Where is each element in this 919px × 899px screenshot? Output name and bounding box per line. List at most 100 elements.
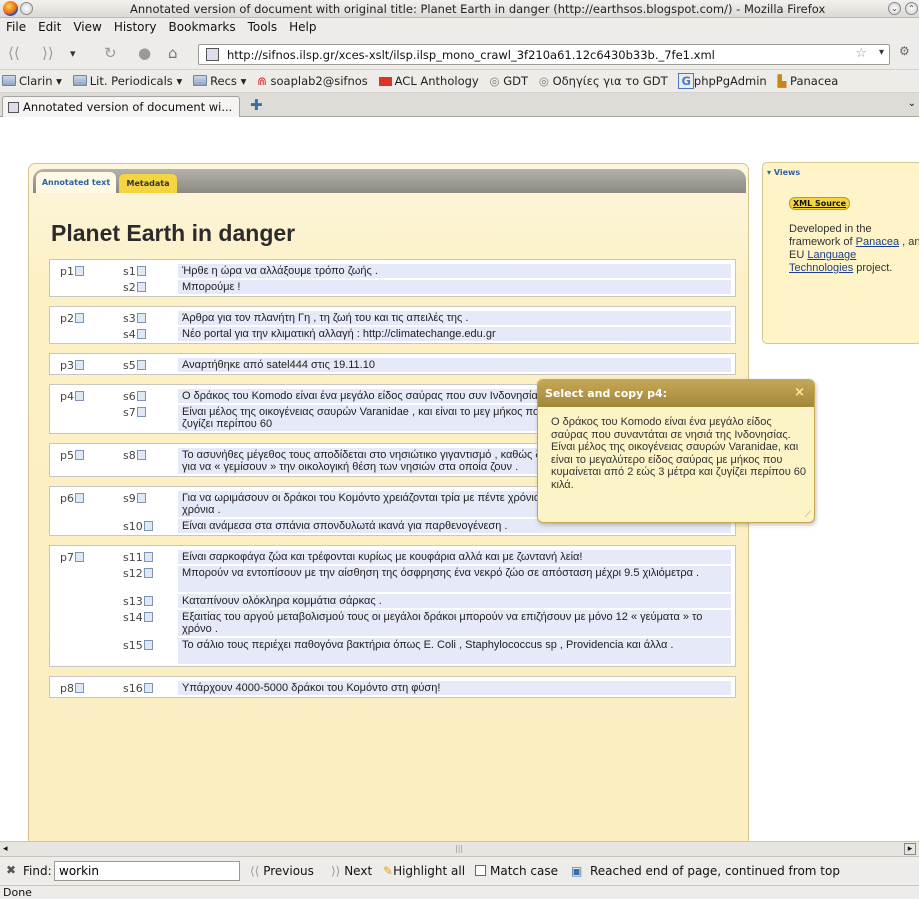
copy-sentence-icon[interactable]: [143, 683, 153, 693]
bookmark-acl-anthology[interactable]: ACL Anthology: [377, 70, 484, 88]
sentence-label[interactable]: s11: [123, 551, 153, 564]
menu-edit[interactable]: Edit: [32, 18, 67, 34]
find-previous-button[interactable]: ⟨⟨ Previous: [250, 864, 314, 878]
copy-sentence-icon[interactable]: [143, 568, 153, 578]
bookmark-gdt-guide[interactable]: ◎ Οδηγίες για το GDT: [537, 70, 673, 88]
bookmark-lit-periodicals[interactable]: Lit. Periodicals ▾: [71, 70, 187, 88]
panacea-link[interactable]: Panacea: [856, 236, 899, 248]
sentence-text[interactable]: Μπορούν να εντοπίσουν με την αίσθηση της…: [178, 566, 731, 592]
copy-sentence-icon[interactable]: [136, 266, 146, 276]
sentence-label[interactable]: s7: [123, 406, 146, 419]
tab-list-icon[interactable]: ⌄: [908, 98, 916, 109]
copy-paragraph-icon[interactable]: [74, 493, 84, 503]
tab-annotated-document[interactable]: Annotated version of document wi...: [2, 96, 240, 118]
match-case-checkbox[interactable]: Match case: [475, 864, 558, 878]
tab-annotated-text[interactable]: Annotated text: [36, 172, 116, 193]
copy-sentence-icon[interactable]: [143, 640, 153, 650]
copy-sentence-icon[interactable]: [143, 596, 153, 606]
sentence-label[interactable]: s14: [123, 611, 153, 624]
sentence-label[interactable]: s8: [123, 449, 146, 462]
maximize-icon[interactable]: ⌃: [905, 2, 918, 15]
horizontal-scrollbar[interactable]: ◂ ||| ▸: [0, 841, 919, 856]
bookmark-soaplab[interactable]: ⋒ soaplab2@sifnos: [255, 70, 373, 88]
sentence-label[interactable]: s16: [123, 682, 153, 695]
menu-bookmarks[interactable]: Bookmarks: [163, 18, 242, 34]
back-icon[interactable]: ⟨⟨: [8, 44, 20, 62]
paragraph-label[interactable]: p3: [60, 359, 84, 372]
sentence-text[interactable]: Εξαιτίας του αργού μεταβολισμού τους οι …: [178, 610, 731, 636]
url-dropdown-icon[interactable]: ▾: [879, 47, 884, 58]
firefox-icon[interactable]: [3, 1, 18, 16]
copy-sentence-icon[interactable]: [136, 313, 146, 323]
copy-sentence-icon[interactable]: [136, 493, 146, 503]
copy-paragraph-icon[interactable]: [74, 313, 84, 323]
paragraph-label[interactable]: p5: [60, 449, 84, 462]
popup-header[interactable]: Select and copy p4: ×: [538, 380, 814, 407]
sentence-label[interactable]: s10: [123, 520, 153, 533]
scroll-right-icon[interactable]: ▸: [904, 843, 916, 855]
menu-help[interactable]: Help: [283, 18, 322, 34]
copy-paragraph-icon[interactable]: [74, 683, 84, 693]
sentence-label[interactable]: s2: [123, 281, 146, 294]
find-next-button[interactable]: ⟩⟩ Next: [331, 864, 372, 878]
new-tab-icon[interactable]: ✚: [250, 96, 263, 114]
bookmark-star-icon[interactable]: ☆: [855, 46, 867, 61]
forward-icon[interactable]: ⟩⟩: [42, 44, 54, 62]
paragraph-label[interactable]: p7: [60, 551, 84, 564]
history-dropdown-icon[interactable]: ▾: [70, 47, 76, 60]
copy-sentence-icon[interactable]: [136, 407, 146, 417]
copy-sentence-icon[interactable]: [143, 612, 153, 622]
url-bar[interactable]: http://sifnos.ilsp.gr/xces-xslt/ilsp.ils…: [198, 44, 890, 65]
resize-grip-icon[interactable]: ⟋: [805, 510, 811, 520]
sentence-text[interactable]: Υπάρχουν 4000-5000 δράκοι του Κομόντο στ…: [178, 681, 731, 695]
scroll-left-icon[interactable]: ◂: [3, 844, 8, 854]
sentence-text[interactable]: Άρθρα για τον πλανήτη Γη , τη ζωή του κα…: [178, 311, 731, 325]
sentence-text[interactable]: Το σάλιο τους περιέχει παθογόνα βακτήρια…: [178, 638, 731, 664]
menu-view[interactable]: View: [67, 18, 107, 34]
paragraph-label[interactable]: p8: [60, 682, 84, 695]
tab-metadata[interactable]: Metadata: [119, 174, 177, 193]
reload-icon[interactable]: ↻: [104, 44, 117, 62]
close-find-icon[interactable]: ✖: [6, 863, 16, 877]
copy-paragraph-icon[interactable]: [74, 266, 84, 276]
bookmark-gdt[interactable]: ◎ GDT: [488, 70, 534, 88]
copy-sentence-icon[interactable]: [136, 282, 146, 292]
paragraph-label[interactable]: p6: [60, 492, 84, 505]
sentence-label[interactable]: s3: [123, 312, 146, 325]
paragraph-label[interactable]: p2: [60, 312, 84, 325]
views-header[interactable]: ▾ Views: [767, 168, 800, 177]
menu-file[interactable]: File: [0, 18, 32, 34]
sentence-text[interactable]: Αναρτήθηκε από satel444 στις 19.11.10: [178, 358, 731, 372]
copy-sentence-icon[interactable]: [136, 450, 146, 460]
sentence-label[interactable]: s5: [123, 359, 146, 372]
sentence-label[interactable]: s15: [123, 639, 153, 652]
bookmark-clarin[interactable]: Clarin ▾: [0, 70, 67, 88]
window-menu-icon[interactable]: [20, 2, 33, 15]
copy-paragraph-icon[interactable]: [74, 552, 84, 562]
paragraph-label[interactable]: p1: [60, 265, 84, 278]
bookmark-phppgadmin[interactable]: GphpPgAdmin: [676, 70, 771, 89]
sentence-text[interactable]: Ήρθε η ώρα να αλλάξουμε τρόπο ζωής .: [178, 264, 731, 278]
bookmark-panacea[interactable]: ▙ Panacea: [776, 70, 844, 88]
copy-paragraph-icon[interactable]: [74, 391, 84, 401]
sentence-text[interactable]: Νέο portal για την κλιματική αλλαγή : ht…: [178, 327, 731, 341]
popup-text[interactable]: Ο δράκος του Komodo είναι ένα μεγάλο είδ…: [551, 416, 807, 491]
copy-sentence-icon[interactable]: [143, 552, 153, 562]
copy-sentence-icon[interactable]: [136, 329, 146, 339]
sentence-label[interactable]: s12: [123, 567, 153, 580]
highlight-all-button[interactable]: ✎Highlight all: [383, 864, 465, 878]
copy-sentence-icon[interactable]: [136, 360, 146, 370]
sentence-text[interactable]: Μπορούμε !: [178, 280, 731, 294]
minimize-icon[interactable]: ⌄: [888, 2, 901, 15]
search-engine-icon[interactable]: ⚙: [899, 44, 910, 58]
copy-sentence-icon[interactable]: [143, 521, 153, 531]
home-icon[interactable]: ⌂: [168, 44, 178, 62]
stop-icon[interactable]: ●: [138, 44, 151, 62]
close-icon[interactable]: ×: [794, 385, 805, 400]
scroll-thumb-grip[interactable]: |||: [455, 844, 463, 853]
menu-history[interactable]: History: [108, 18, 163, 34]
find-input[interactable]: [54, 861, 240, 881]
sentence-label[interactable]: s6: [123, 390, 146, 403]
xml-source-button[interactable]: XML Source: [789, 197, 851, 210]
sentence-label[interactable]: s1: [123, 265, 146, 278]
